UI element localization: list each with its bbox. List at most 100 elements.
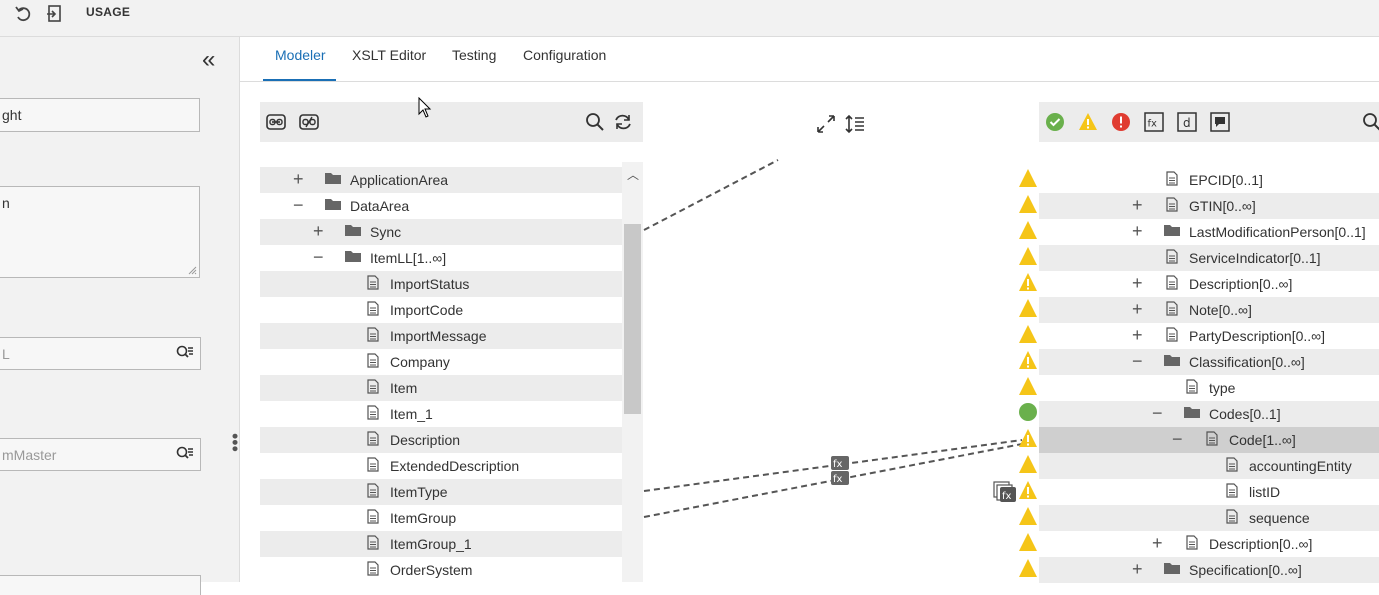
warning-icon[interactable] xyxy=(1018,376,1038,396)
source-tree-row[interactable]: ItemType xyxy=(260,479,622,505)
collapse-icon[interactable]: − xyxy=(313,247,324,267)
warning-icon[interactable] xyxy=(1018,558,1038,578)
target-tree-row[interactable]: + PartyDescription[0..∞] xyxy=(1039,323,1379,349)
collapse-icon[interactable]: − xyxy=(1152,403,1163,423)
target-tree-label: LastModificationPerson[0..1] xyxy=(1189,224,1366,240)
document-icon xyxy=(367,327,379,342)
warning-icon[interactable] xyxy=(1018,324,1038,344)
folder-icon xyxy=(1163,353,1181,367)
source-tree-row[interactable]: − ItemLL[1..∞] xyxy=(260,245,622,271)
source-tree-row[interactable]: Company xyxy=(260,349,622,375)
source-tree-label: ImportMessage xyxy=(390,328,487,344)
source-tree-row[interactable]: ExtendedDescription xyxy=(260,453,622,479)
source-tree-row[interactable]: Description xyxy=(260,427,622,453)
document-icon xyxy=(367,561,379,576)
expand-icon[interactable]: + xyxy=(1132,273,1143,293)
scroll-up-icon[interactable]: ︿ xyxy=(627,166,639,183)
target-tree-row[interactable]: + LastModificationPerson[0..1] xyxy=(1039,219,1379,245)
source-tree-row[interactable]: ImportStatus xyxy=(260,271,622,297)
source-tree-label: Item xyxy=(390,380,418,396)
target-tree-label: accountingEntity xyxy=(1249,458,1352,474)
source-tree-label: ApplicationArea xyxy=(350,172,449,188)
warning-icon[interactable] xyxy=(1018,506,1038,526)
target-tree-row[interactable]: listID xyxy=(1039,479,1379,505)
document-icon xyxy=(1226,483,1238,498)
expand-icon[interactable]: + xyxy=(1132,299,1143,319)
expand-icon[interactable]: + xyxy=(293,169,304,189)
source-tree-row[interactable]: OrderSystem xyxy=(260,557,622,583)
expand-icon[interactable]: + xyxy=(313,221,324,241)
expand-icon[interactable]: + xyxy=(1132,559,1143,579)
folder-icon xyxy=(344,223,362,237)
source-tree-row[interactable]: ImportMessage xyxy=(260,323,622,349)
expand-icon[interactable]: + xyxy=(1152,533,1163,553)
target-tree-row[interactable]: + Description[0..∞] xyxy=(1039,271,1379,297)
source-tree-row[interactable]: ItemGroup xyxy=(260,505,622,531)
source-tree-row[interactable]: ItemGroup_1 xyxy=(260,531,622,557)
source-tree-label: Item_1 xyxy=(390,406,433,422)
source-tree-label: Description xyxy=(390,432,461,448)
collapse-icon[interactable]: − xyxy=(293,195,304,215)
mapping-line[interactable] xyxy=(643,159,779,231)
source-tree-row[interactable]: Item_1 xyxy=(260,401,622,427)
function-stack-icon[interactable]: fx xyxy=(993,481,1017,503)
svg-text:fx: fx xyxy=(833,459,843,470)
expand-icon[interactable]: + xyxy=(1132,195,1143,215)
source-tree-label: ImportStatus xyxy=(390,276,470,292)
warning-icon[interactable] xyxy=(1018,428,1038,448)
source-tree-label: ImportCode xyxy=(390,302,464,318)
target-tree-row[interactable]: sequence xyxy=(1039,505,1379,531)
document-icon xyxy=(1166,171,1178,186)
target-tree-label: ServiceIndicator[0..1] xyxy=(1189,250,1321,266)
warning-icon[interactable] xyxy=(1018,246,1038,266)
source-tree-label: ExtendedDescription xyxy=(390,458,520,474)
source-tree-label: Company xyxy=(390,354,450,370)
target-tree-row[interactable]: ServiceIndicator[0..1] xyxy=(1039,245,1379,271)
expand-icon[interactable]: + xyxy=(1132,221,1143,241)
target-tree-row[interactable]: + Specification[0..∞] xyxy=(1039,557,1379,583)
source-tree-row[interactable]: − DataArea xyxy=(260,193,622,219)
collapse-icon[interactable]: − xyxy=(1132,351,1143,371)
target-tree-row[interactable]: + GTIN[0..∞] xyxy=(1039,193,1379,219)
document-icon xyxy=(367,301,379,316)
warning-icon[interactable] xyxy=(1018,272,1038,292)
warning-icon[interactable] xyxy=(1018,220,1038,240)
source-tree-row[interactable]: + ApplicationArea xyxy=(260,167,622,193)
warning-icon[interactable] xyxy=(1018,298,1038,318)
target-tree-label: Classification[0..∞] xyxy=(1189,354,1305,370)
target-tree-label: Code[1..∞] xyxy=(1229,432,1296,448)
svg-text:fx: fx xyxy=(833,474,843,485)
expand-icon[interactable]: + xyxy=(1132,325,1143,345)
warning-icon[interactable] xyxy=(1018,194,1038,214)
function-node-icon[interactable]: fx fx xyxy=(830,455,852,487)
source-tree-row[interactable]: Item xyxy=(260,375,622,401)
target-tree-row[interactable]: EPCID[0..1] xyxy=(1039,167,1379,193)
source-tree-scrollbar[interactable]: ︿ xyxy=(622,162,643,582)
mapped-ok-icon[interactable] xyxy=(1018,402,1038,422)
folder-icon xyxy=(324,171,342,185)
warning-icon[interactable] xyxy=(1018,350,1038,370)
target-tree-label: Codes[0..1] xyxy=(1209,406,1281,422)
source-tree-label: ItemGroup_1 xyxy=(390,536,472,552)
source-tree-label: Sync xyxy=(370,224,402,240)
warning-icon[interactable] xyxy=(1018,168,1038,188)
target-tree-row[interactable]: accountingEntity xyxy=(1039,453,1379,479)
target-tree-row[interactable]: + Note[0..∞] xyxy=(1039,297,1379,323)
target-tree-row[interactable]: type xyxy=(1039,375,1379,401)
source-tree-label: OrderSystem xyxy=(390,562,473,578)
source-tree-row[interactable]: ImportCode xyxy=(260,297,622,323)
collapse-icon[interactable]: − xyxy=(1172,429,1183,449)
warning-icon[interactable] xyxy=(1018,532,1038,552)
document-icon xyxy=(367,379,379,394)
source-tree-row[interactable]: + Sync xyxy=(260,219,622,245)
document-icon xyxy=(367,509,379,524)
target-tree-row[interactable]: − Codes[0..1] xyxy=(1039,401,1379,427)
warning-icon[interactable] xyxy=(1018,480,1038,500)
document-icon xyxy=(1226,457,1238,472)
target-tree-row[interactable]: − Classification[0..∞] xyxy=(1039,349,1379,375)
target-tree-row[interactable]: + Description[0..∞] xyxy=(1039,531,1379,557)
target-tree-row[interactable]: − Code[1..∞] xyxy=(1039,427,1379,453)
warning-icon[interactable] xyxy=(1018,454,1038,474)
document-icon xyxy=(1166,327,1178,342)
scrollbar-thumb[interactable] xyxy=(624,224,641,414)
